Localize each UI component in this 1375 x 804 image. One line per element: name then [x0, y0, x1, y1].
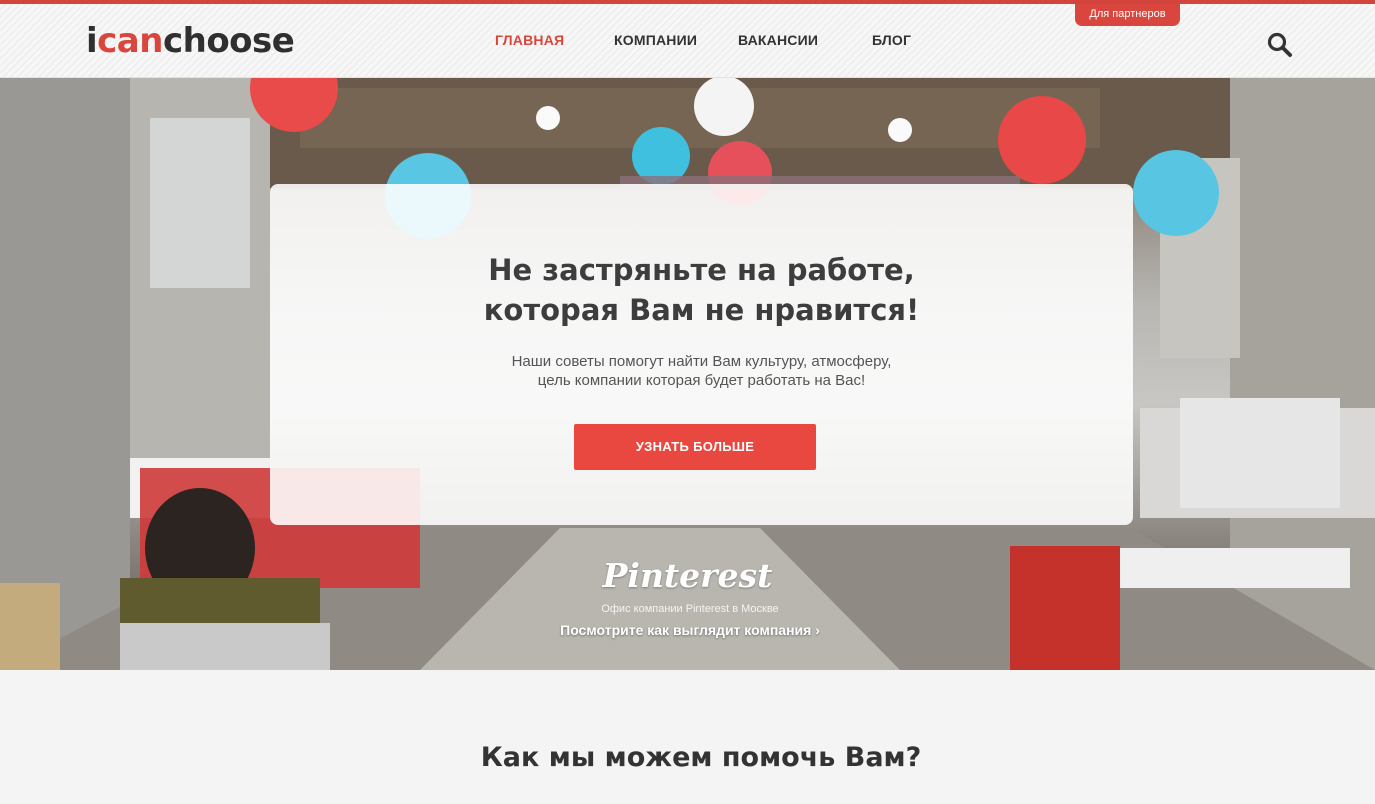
partners-button[interactable]: Для партнеров [1075, 4, 1180, 26]
logo-part-can: can [97, 21, 163, 61]
logo-part-choose: choose [162, 21, 295, 61]
company-caption: Офис компании Pinterest в Москве [601, 603, 779, 615]
nav-jobs[interactable]: ВАКАНСИИ [738, 32, 818, 48]
help-section-title: Как мы можем помочь Вам? [480, 742, 922, 773]
hero-title: Не застряньте на работе, которая Вам не … [270, 250, 1133, 330]
site-logo[interactable]: icanchoose [86, 21, 295, 61]
hero-subtitle-line-1: Наши советы помогут найти Вам культуру, … [511, 353, 892, 370]
view-company-link[interactable]: Посмотрите как выглядит компания › [520, 622, 860, 638]
logo-part-i: i [86, 21, 98, 61]
nav-home[interactable]: ГЛАВНАЯ [495, 32, 564, 48]
hero-subtitle: Наши советы помогут найти Вам культуру, … [270, 352, 1133, 390]
search-button[interactable] [1266, 31, 1294, 59]
site-header: icanchoose ГЛАВНАЯ КОМПАНИИ ВАКАНСИИ БЛО… [0, 4, 1375, 78]
hero-title-line-1: Не застряньте на работе, [488, 253, 915, 287]
hero-card: Не застряньте на работе, которая Вам не … [270, 184, 1133, 525]
nav-blog[interactable]: БЛОГ [872, 32, 911, 48]
hero-subtitle-line-2: цель компании которая будет работать на … [537, 372, 866, 389]
hero-title-line-2: которая Вам не нравится! [483, 293, 920, 327]
learn-more-button[interactable]: УЗНАТЬ БОЛЬШЕ [574, 424, 816, 470]
search-icon [1267, 32, 1292, 57]
company-logo[interactable]: Pinterest [560, 556, 815, 595]
hero-banner: Не застряньте на работе, которая Вам не … [0, 78, 1375, 670]
nav-companies[interactable]: КОМПАНИИ [614, 32, 697, 48]
